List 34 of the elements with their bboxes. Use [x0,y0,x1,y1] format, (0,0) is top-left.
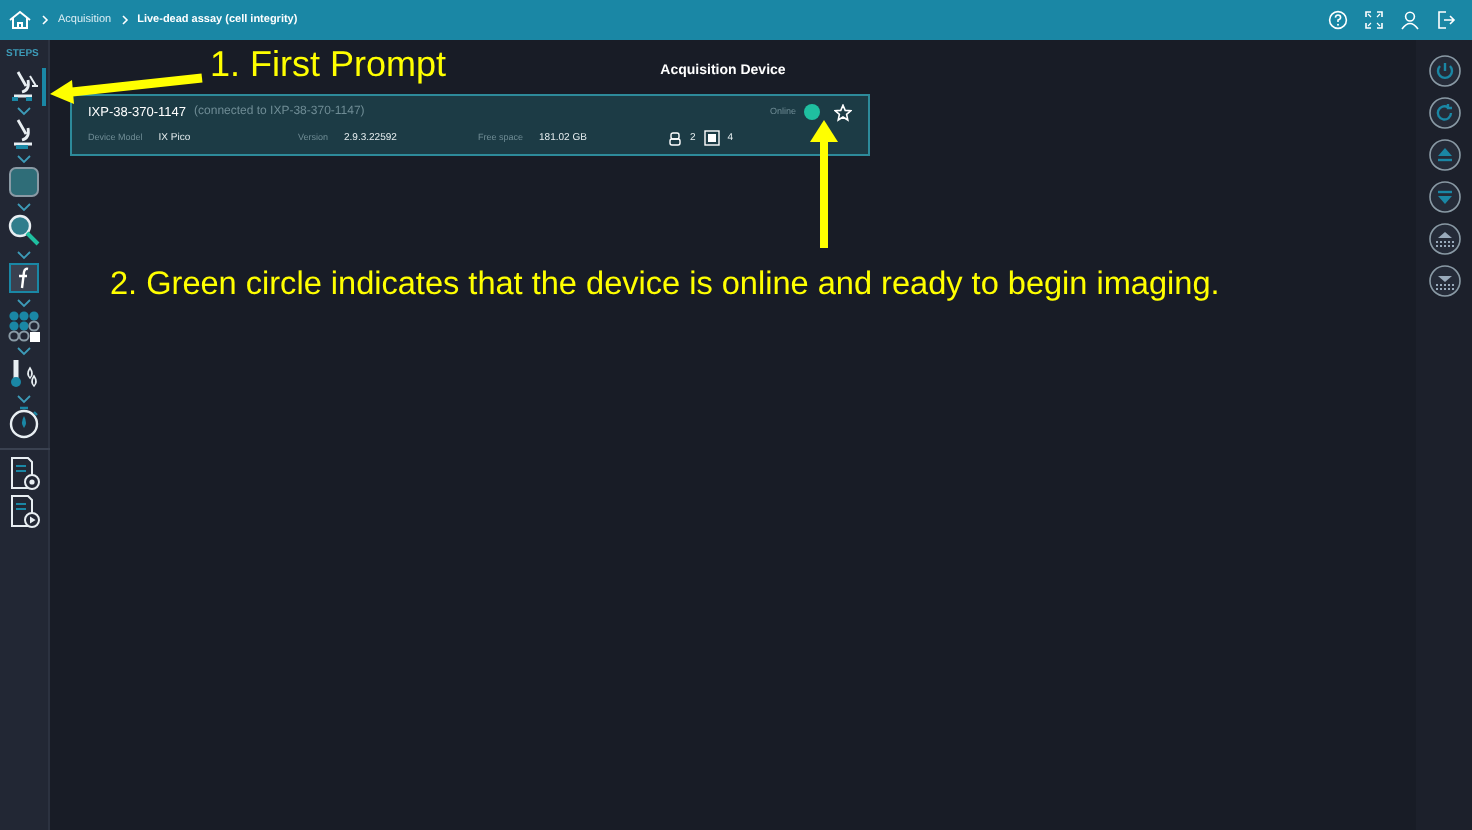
stopwatch-icon [5,404,41,440]
stage-down-icon [1427,264,1461,299]
chevron-icon [119,14,130,26]
plate-icon [5,164,41,200]
wells-icon [5,308,41,344]
fullscreen-icon[interactable] [1364,10,1384,30]
power-icon [1427,54,1461,89]
annotation-text: 1. First Prompt [210,46,447,82]
plate-icon [703,130,720,147]
chevron-icon [16,249,32,259]
chevron-icon [16,105,32,115]
chevron-icon [16,297,32,307]
wells-step-button[interactable] [4,307,46,345]
chevron-icon [16,345,32,355]
home-icon[interactable] [8,10,32,30]
user-icon[interactable] [1400,10,1420,30]
function-icon [5,260,41,296]
annotation-text: 2. Green circle indicates that the device is online and ready to begin imaging. [110,268,1220,301]
thermometer-icon [5,356,41,392]
refresh-icon [1427,96,1461,131]
stage-up-icon [1427,222,1461,257]
logout-icon[interactable] [1436,10,1456,30]
chevron-icon [16,153,32,163]
eject-icon [1427,138,1461,173]
report-icon [5,494,41,530]
chevron-icon [40,14,50,26]
load-icon [1427,180,1461,215]
chevron-icon [16,201,32,211]
magnifier-icon [5,212,41,248]
star-icon[interactable] [834,103,852,122]
arrow [810,118,838,250]
chevron-icon [16,393,32,403]
report-icon [5,456,41,492]
help-icon[interactable] [1328,10,1348,30]
